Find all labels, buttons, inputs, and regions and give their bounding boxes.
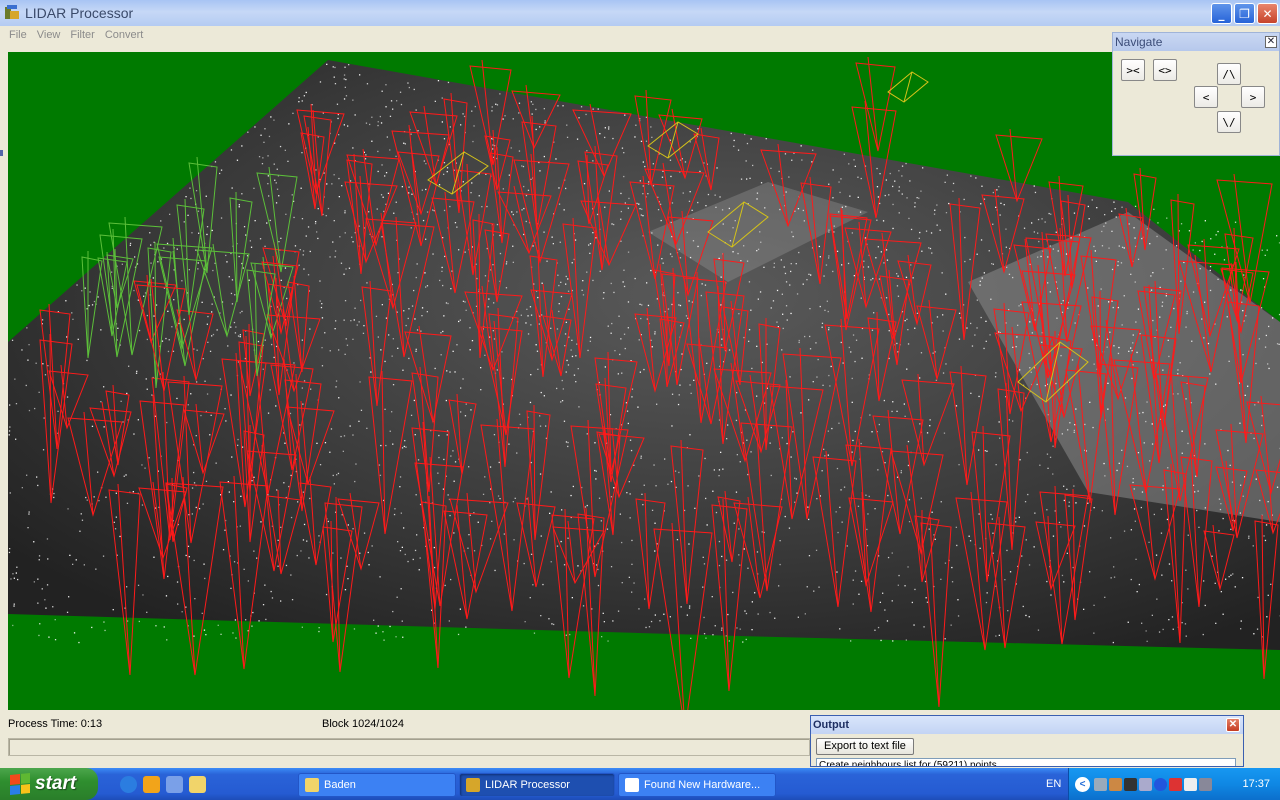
menu-bar: File View Filter Convert: [0, 26, 1280, 44]
zoom-out-button[interactable]: <>: [1153, 59, 1177, 81]
task-baden[interactable]: Baden: [298, 773, 456, 797]
monitor-icon[interactable]: [1199, 777, 1212, 791]
pan-up-button[interactable]: /\: [1217, 63, 1241, 85]
quick-launch: [120, 775, 206, 793]
navigate-title: Navigate: [1115, 35, 1163, 49]
media-icon[interactable]: [143, 775, 160, 793]
window-title: LIDAR Processor: [25, 5, 134, 21]
app-icon: [4, 5, 20, 21]
language-indicator[interactable]: EN: [1046, 778, 1061, 790]
printer-icon[interactable]: [1109, 777, 1122, 791]
windows-logo-icon: [10, 772, 30, 796]
splitter-handle[interactable]: [0, 150, 3, 156]
folder-icon: [305, 778, 319, 792]
start-label: start: [35, 773, 77, 794]
task-label: Found New Hardware...: [644, 779, 761, 791]
process-time: Process Time: 0:13: [8, 718, 103, 730]
minimize-button[interactable]: _: [1211, 3, 1232, 24]
display-icon[interactable]: [1124, 777, 1137, 791]
task-label: Baden: [324, 779, 356, 791]
app-icon: [466, 778, 480, 792]
menu-convert[interactable]: Convert: [100, 29, 149, 41]
system-tray: < 17:37: [1068, 768, 1280, 800]
pan-down-button[interactable]: \/: [1217, 111, 1241, 133]
usb-icon[interactable]: [1139, 777, 1152, 791]
security-icon[interactable]: [1169, 777, 1182, 791]
menu-filter[interactable]: Filter: [65, 29, 99, 41]
window-icon: [625, 778, 639, 792]
export-text-button[interactable]: Export to text file: [816, 738, 914, 755]
navigate-header[interactable]: Navigate ✕: [1113, 33, 1279, 51]
output-close-icon[interactable]: ✕: [1226, 718, 1240, 732]
start-button[interactable]: start: [0, 768, 98, 800]
maximize-button[interactable]: ❐: [1234, 3, 1255, 24]
output-log[interactable]: Create neighbours list for (59211) point…: [816, 758, 1236, 766]
menu-view[interactable]: View: [32, 29, 66, 41]
title-bar[interactable]: LIDAR Processor _ ❐ ✕: [0, 0, 1280, 26]
network-icon[interactable]: [1094, 777, 1107, 791]
progress-bar: [8, 738, 810, 756]
pan-right-button[interactable]: >: [1241, 86, 1265, 108]
clock: 17:37: [1242, 778, 1270, 790]
output-header[interactable]: Output ✕: [811, 716, 1243, 734]
point-cloud-scene[interactable]: [8, 52, 1280, 710]
ie-icon[interactable]: [120, 775, 137, 793]
task-label: LIDAR Processor: [485, 779, 570, 791]
wireless-icon[interactable]: [1184, 777, 1197, 791]
close-button[interactable]: ✕: [1257, 3, 1278, 24]
navigate-close-icon[interactable]: ✕: [1265, 36, 1277, 48]
chevron-left-icon[interactable]: <: [1075, 776, 1090, 792]
bluetooth-icon[interactable]: [1154, 777, 1167, 791]
output-title: Output: [813, 719, 850, 731]
folder-icon[interactable]: [189, 775, 206, 793]
navigate-panel: Navigate ✕ >< <> /\ < > \/: [1112, 32, 1280, 156]
task-found-new-hardware[interactable]: Found New Hardware...: [618, 773, 776, 797]
zoom-in-button[interactable]: ><: [1121, 59, 1145, 81]
pan-left-button[interactable]: <: [1194, 86, 1218, 108]
menu-file[interactable]: File: [4, 29, 32, 41]
status-area: Process Time: 0:13 Block 1024/1024: [0, 710, 810, 766]
outlook-icon[interactable]: [166, 775, 183, 793]
task-lidar-processor[interactable]: LIDAR Processor: [459, 773, 615, 797]
lidar-3d-viewport[interactable]: [8, 52, 1280, 710]
block-counter: Block 1024/1024: [322, 718, 404, 730]
output-panel: Output ✕ Export to text file Create neig…: [810, 715, 1244, 767]
